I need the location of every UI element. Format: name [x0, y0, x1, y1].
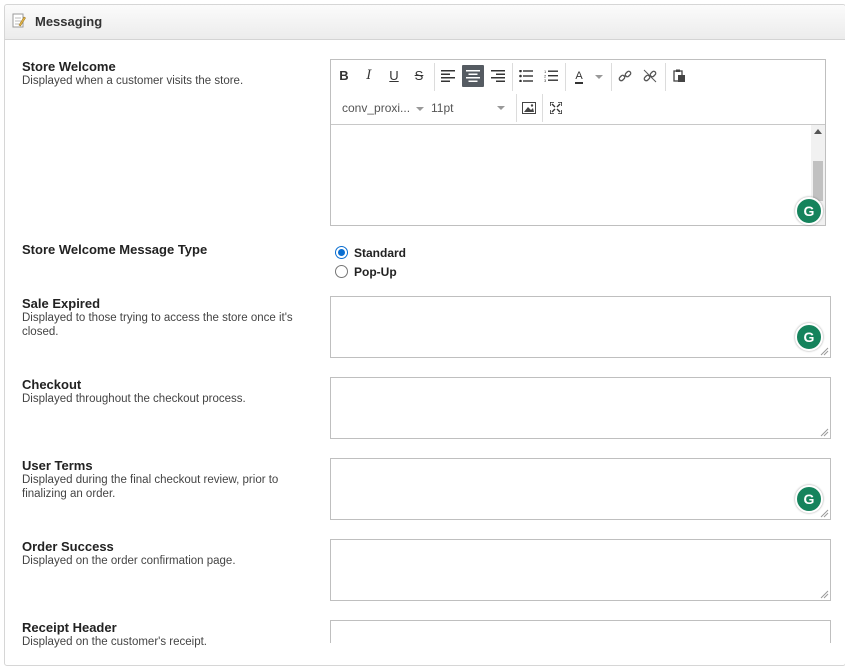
text-color-button[interactable]: A: [568, 65, 590, 87]
panel-title: Messaging: [35, 14, 103, 29]
fullscreen-button[interactable]: [545, 97, 567, 119]
radio-popup-label: Pop-Up: [354, 265, 397, 279]
numbered-list-icon: 123: [544, 69, 558, 83]
resize-handle-icon[interactable]: [820, 347, 829, 356]
panel-header: Messaging: [5, 5, 845, 40]
grammarly-icon[interactable]: G: [795, 323, 823, 351]
order-success-title: Order Success: [22, 539, 114, 554]
underline-button[interactable]: U: [383, 65, 405, 87]
link-button[interactable]: [614, 65, 636, 87]
user-terms-title: User Terms: [22, 458, 93, 473]
resize-handle-icon[interactable]: [820, 428, 829, 437]
align-right-button[interactable]: [487, 65, 509, 87]
radio-standard[interactable]: Standard: [335, 246, 406, 260]
radio-popup[interactable]: Pop-Up: [335, 265, 397, 279]
svg-text:3: 3: [544, 78, 547, 82]
image-icon: [522, 102, 536, 114]
store-welcome-description: Displayed when a customer visits the sto…: [22, 75, 244, 87]
link-icon: [618, 70, 632, 82]
user-terms-description: Displayed during the final checkout revi…: [22, 474, 279, 500]
text-color-letter: A: [575, 70, 583, 84]
editor-content-area[interactable]: G: [331, 125, 825, 225]
font-family-select[interactable]: conv_proxi...: [342, 96, 425, 120]
insert-image-button[interactable]: [518, 97, 540, 119]
checkout-description: Displayed throughout the checkout proces…: [22, 393, 246, 405]
radio-selected-icon[interactable]: [335, 246, 348, 259]
chevron-down-icon: [497, 106, 505, 110]
checkout-textarea[interactable]: [330, 377, 831, 439]
radio-standard-label: Standard: [354, 246, 407, 260]
resize-handle-icon[interactable]: [820, 590, 829, 599]
resize-handle-icon[interactable]: [820, 509, 829, 518]
strikethrough-button[interactable]: S: [408, 65, 430, 87]
align-center-icon: [466, 70, 480, 82]
align-right-icon: [491, 70, 505, 82]
bullet-list-icon: [519, 69, 533, 83]
user-terms-textarea[interactable]: G: [330, 458, 831, 520]
sale-expired-description: Displayed to those trying to access the …: [22, 312, 293, 338]
scrollbar-thumb[interactable]: [813, 161, 823, 201]
sale-expired-textarea[interactable]: G: [330, 296, 831, 358]
align-left-button[interactable]: [437, 65, 459, 87]
paste-button[interactable]: [668, 65, 690, 87]
grammarly-icon[interactable]: G: [795, 485, 823, 513]
radio-unselected-icon[interactable]: [335, 265, 348, 278]
chevron-down-icon: [416, 106, 425, 111]
font-size-select[interactable]: 11pt: [431, 96, 505, 120]
sale-expired-title: Sale Expired: [22, 296, 101, 311]
toolbar-divider: [565, 63, 566, 91]
edit-note-icon: [12, 13, 26, 28]
scroll-up-arrow-icon[interactable]: [814, 129, 822, 134]
bold-button[interactable]: B: [333, 65, 355, 87]
align-center-button[interactable]: [462, 65, 484, 87]
message-type-title: Store Welcome Message Type: [22, 242, 208, 257]
toolbar-divider: [434, 63, 435, 91]
toolbar-divider: [542, 94, 543, 122]
toolbar-divider: [516, 94, 517, 122]
align-left-icon: [441, 70, 455, 82]
receipt-header-textarea[interactable]: [330, 620, 831, 643]
receipt-header-description: Displayed on the customer's receipt.: [22, 636, 208, 648]
store-welcome-editor[interactable]: B I U S 123 A conv_proxi... 11pt G: [330, 59, 826, 226]
editor-toolbar: B I U S 123 A conv_proxi... 11pt: [331, 60, 825, 125]
numbered-list-button[interactable]: 123: [540, 65, 562, 87]
toolbar-divider: [665, 63, 666, 91]
unlink-icon: [643, 69, 657, 83]
grammarly-icon[interactable]: G: [795, 197, 823, 225]
bullet-list-button[interactable]: [515, 65, 537, 87]
toolbar-divider: [512, 63, 513, 91]
receipt-header-title: Receipt Header: [22, 620, 117, 635]
order-success-description: Displayed on the order confirmation page…: [22, 555, 236, 567]
italic-button[interactable]: I: [358, 65, 380, 87]
expand-icon: [549, 101, 563, 115]
store-welcome-title: Store Welcome: [22, 59, 116, 74]
font-family-value: conv_proxi...: [342, 101, 411, 115]
paste-icon: [672, 69, 685, 82]
checkout-title: Checkout: [22, 377, 82, 392]
order-success-textarea[interactable]: [330, 539, 831, 601]
font-size-value: 11pt: [431, 101, 454, 115]
unlink-button[interactable]: [639, 65, 661, 87]
toolbar-divider: [611, 63, 612, 91]
chevron-down-icon[interactable]: [595, 75, 603, 79]
